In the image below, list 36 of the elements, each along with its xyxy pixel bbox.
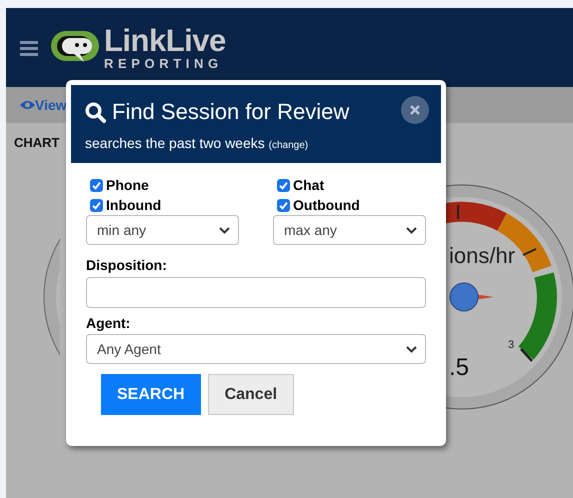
logo-name: LinkLive: [104, 25, 226, 56]
agent-select[interactable]: Any Agent: [86, 334, 426, 364]
gauge-unit-label: ions/hr: [449, 243, 516, 268]
chevron-down-icon: [406, 226, 417, 234]
disposition-label: Disposition:: [86, 257, 168, 273]
logo-tagline: REPORTING: [104, 57, 224, 70]
close-icon: [410, 105, 420, 115]
agent-label: Agent:: [86, 315, 132, 331]
chevron-down-icon: [219, 226, 230, 234]
checkbox-label: Inbound: [106, 197, 162, 213]
dialog-subtitle: searches the past two weeks: [85, 135, 265, 151]
cancel-button[interactable]: Cancel: [208, 374, 294, 415]
tick-mark: [457, 205, 459, 219]
chevron-down-icon: [406, 346, 417, 352]
checkbox-label: Phone: [106, 177, 149, 193]
close-button[interactable]: [401, 96, 429, 124]
section-label: CHART: [14, 135, 60, 150]
gauge-tick-label: 3: [508, 339, 514, 351]
checkbox[interactable]: [277, 178, 290, 192]
min-duration-select[interactable]: min any: [86, 215, 239, 245]
menu-icon[interactable]: [20, 40, 38, 56]
checkbox[interactable]: [90, 198, 103, 212]
search-icon: [85, 102, 106, 122]
disposition-field[interactable]: [86, 277, 426, 308]
checkbox-label: Chat: [293, 177, 324, 193]
eye-icon: [20, 100, 35, 110]
change-link[interactable]: (change): [268, 140, 308, 151]
checkbox-label: Outbound: [293, 197, 360, 213]
dialog-title: Find Session for Review: [112, 99, 350, 125]
tick-mark: [522, 248, 536, 256]
checkbox[interactable]: [277, 198, 290, 212]
gauge-value: .5: [449, 354, 470, 381]
search-button[interactable]: SEARCH: [101, 374, 201, 415]
max-duration-select[interactable]: max any: [273, 215, 426, 245]
tick-mark: [520, 348, 533, 362]
checkbox[interactable]: [90, 178, 103, 192]
